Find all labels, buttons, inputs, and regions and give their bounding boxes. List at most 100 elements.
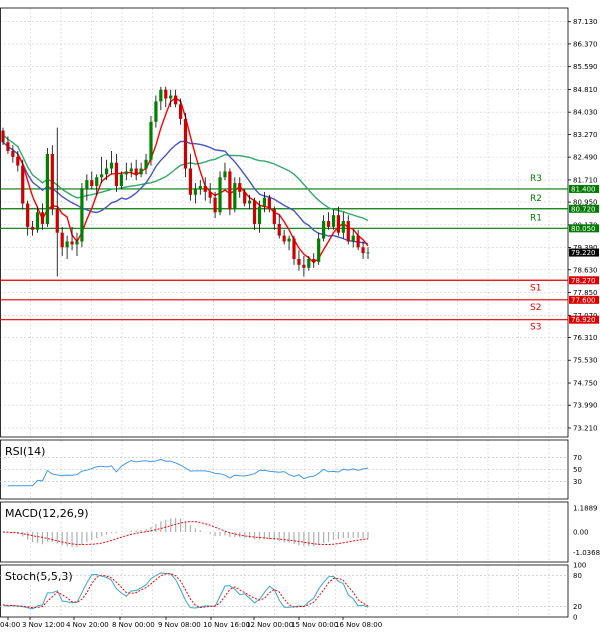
candle-body bbox=[30, 226, 35, 230]
candle-body bbox=[70, 241, 74, 245]
candle-body bbox=[188, 168, 193, 195]
candle-body bbox=[331, 215, 336, 227]
candle-body bbox=[139, 168, 143, 175]
price-tick-label: 84.810 bbox=[573, 86, 598, 94]
price-tick-label: 82.490 bbox=[573, 154, 598, 162]
candle-body bbox=[11, 151, 15, 157]
level-name-s2: S2 bbox=[530, 303, 541, 313]
level-tag-label: 78.270 bbox=[571, 277, 596, 285]
candle-body bbox=[129, 168, 133, 172]
candle-body bbox=[100, 174, 104, 178]
candle-body bbox=[26, 203, 30, 227]
candle-body bbox=[21, 165, 25, 204]
price-tick-label: 78.630 bbox=[573, 266, 598, 274]
stoch-tick-label: 20 bbox=[573, 603, 582, 611]
candle-body bbox=[65, 241, 69, 248]
candle-body bbox=[248, 200, 252, 204]
candle-body bbox=[1, 130, 5, 143]
stoch-panel: Stoch(5,5,3) 100 80 20 0 bbox=[0, 562, 586, 622]
candle-body bbox=[257, 206, 262, 224]
level-tag-label: 81.400 bbox=[571, 185, 596, 193]
candle-body bbox=[223, 171, 227, 178]
candle-body bbox=[238, 183, 242, 192]
price-tick-label: 86.370 bbox=[573, 40, 598, 48]
price-tick-label: 83.270 bbox=[573, 131, 598, 139]
candle-body bbox=[317, 238, 321, 262]
candle-body bbox=[351, 235, 355, 242]
candle-body bbox=[307, 258, 311, 268]
candle-body bbox=[262, 197, 267, 207]
level-name-s3: S3 bbox=[530, 323, 541, 333]
rsi-panel: RSI(14) 70 50 30 bbox=[0, 444, 582, 487]
candle-body bbox=[90, 180, 94, 187]
candle-body bbox=[114, 162, 119, 187]
candle-body bbox=[312, 258, 316, 262]
candle-body bbox=[356, 235, 360, 248]
candle-body bbox=[218, 177, 222, 213]
candle-body bbox=[119, 174, 123, 187]
level-name-s1: S1 bbox=[530, 283, 541, 293]
candle-body bbox=[104, 168, 109, 175]
candle-body bbox=[183, 118, 188, 169]
candle-body bbox=[178, 104, 183, 119]
stoch-label: Stoch(5,5,3) bbox=[5, 570, 73, 583]
candle-body bbox=[292, 238, 296, 259]
candle-body bbox=[35, 212, 40, 230]
price-tick-label: 74.750 bbox=[573, 380, 598, 388]
candle-body bbox=[16, 156, 20, 166]
candle-body bbox=[50, 153, 54, 210]
ma-fast-line bbox=[17, 97, 369, 264]
candle-body bbox=[361, 247, 365, 254]
candle-body bbox=[336, 215, 341, 233]
candle-body bbox=[302, 264, 306, 268]
support-resistance-levels: R3 R2 R1 S1 S2 S3 bbox=[0, 174, 568, 333]
level-tag-label: 80.050 bbox=[571, 225, 596, 233]
time-tick-label: 9 Nov 08:00 bbox=[158, 621, 201, 629]
time-tick-label: 4 Nov 20:00 bbox=[66, 621, 109, 629]
candle-body bbox=[55, 209, 59, 233]
rsi-tick-label: 50 bbox=[573, 466, 582, 474]
time-tick-label: 16 Nov 08:00 bbox=[335, 621, 382, 629]
candle-body bbox=[272, 209, 276, 224]
candle-body bbox=[193, 188, 197, 195]
stoch-tick-label: 100 bbox=[573, 562, 586, 570]
candle-body bbox=[213, 197, 217, 213]
candle-body bbox=[233, 183, 237, 210]
panel-frame bbox=[0, 564, 569, 618]
level-tag-label: 76.920 bbox=[571, 316, 596, 324]
candle-body bbox=[149, 121, 153, 160]
candle-body bbox=[326, 221, 331, 227]
macd-tick-label: 0.00 bbox=[573, 529, 589, 537]
candle-body bbox=[243, 191, 247, 204]
candle-body bbox=[169, 95, 173, 99]
price-tick-label: 75.530 bbox=[573, 357, 598, 365]
rsi-tick-label: 30 bbox=[573, 478, 582, 486]
time-tick-label: 3 Nov 12:00 bbox=[22, 621, 65, 629]
price-tick-label: 84.030 bbox=[573, 109, 598, 117]
candle-body bbox=[109, 162, 114, 169]
panel-borders bbox=[0, 7, 569, 618]
candle-body bbox=[80, 188, 84, 242]
candle-body bbox=[159, 89, 163, 102]
candle-body bbox=[198, 186, 202, 189]
candle-body bbox=[174, 95, 178, 105]
candle-body bbox=[154, 101, 158, 122]
macd-label: MACD(12,26,9) bbox=[5, 507, 89, 520]
candlesticks bbox=[1, 86, 370, 277]
candle-body bbox=[228, 171, 232, 210]
price-tick-label: 81.710 bbox=[573, 176, 598, 184]
rsi-label: RSI(14) bbox=[5, 445, 45, 458]
candle-body bbox=[95, 177, 99, 187]
candle-body bbox=[341, 221, 345, 233]
candle-body bbox=[60, 232, 64, 248]
time-tick-label: 04:00 bbox=[0, 621, 20, 629]
candle-body bbox=[203, 186, 207, 192]
level-name-r2: R2 bbox=[530, 194, 542, 204]
current-price-label: 79.220 bbox=[571, 249, 596, 257]
candle-body bbox=[282, 235, 286, 242]
level-tag-label: 77.600 bbox=[571, 296, 596, 304]
time-tick-label: 12 Nov 00:00 bbox=[246, 621, 293, 629]
candle-body bbox=[366, 252, 370, 254]
price-tick-label: 85.590 bbox=[573, 63, 598, 71]
candle-body bbox=[124, 171, 128, 175]
